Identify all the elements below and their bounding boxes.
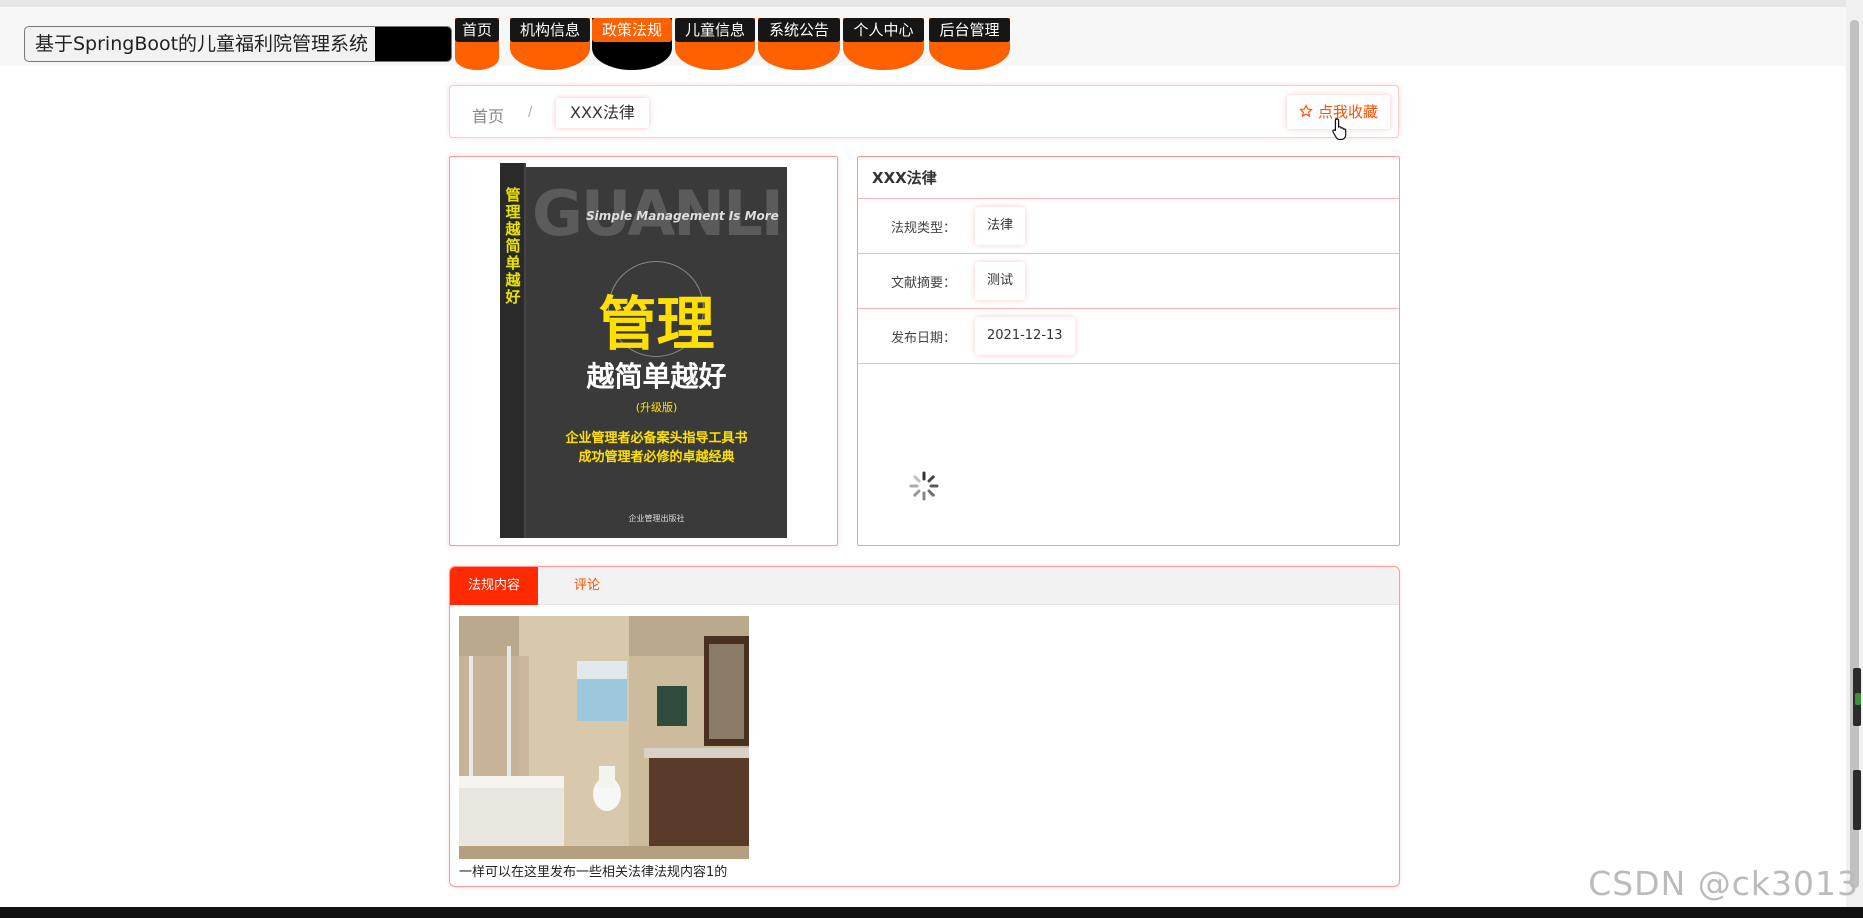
nav-item-institution[interactable]: 机构信息: [510, 18, 590, 70]
law-content-text: 一样可以在这里发布一些相关法律法规内容1的: [459, 865, 728, 880]
star-outline-icon: [1299, 104, 1314, 118]
cover-line-2: 成功管理者必修的卓越经典: [578, 450, 735, 465]
cover-subtitle-en: Simple Management Is More: [586, 209, 779, 223]
scroll-marker-green: [1855, 693, 1861, 705]
tab-comments[interactable]: 评论: [556, 567, 618, 605]
cover-main-title: 管理: [598, 290, 715, 358]
cover-line-1: 企业管理者必备案头指导工具书: [565, 431, 748, 446]
info-row-date: 发布日期： 2021-12-13: [858, 309, 1399, 364]
breadcrumb-current: XXX法律: [556, 98, 649, 128]
scrollbar-thumb[interactable]: [1850, 20, 1859, 888]
spine-text: 管理越简单越好: [505, 186, 521, 306]
nav-item-policy[interactable]: 政策法规: [592, 18, 672, 70]
book-front: GUANLI Simple Management Is More 管理 越简单越…: [526, 167, 787, 538]
nav-label: 后台管理: [929, 18, 1010, 42]
nav-item-announcement[interactable]: 系统公告: [758, 18, 840, 70]
info-label: 发布日期：: [890, 331, 956, 346]
book-spine: 管理越简单越好: [500, 163, 526, 538]
law-content-card: 法规内容 评论 一样可以在这里发布一些相关法律法规内容1的: [449, 566, 1400, 887]
tab-law-content[interactable]: 法规内容: [450, 567, 539, 605]
breadcrumb-home[interactable]: 首页: [472, 103, 504, 127]
nav-label: 机构信息: [510, 18, 590, 42]
content-photo: [459, 616, 749, 859]
info-label: 文献摘要：: [890, 276, 956, 291]
top-bar: 基于SpringBoot的儿童福利院管理系统 首页 机构信息 政策法规 儿童信息…: [0, 0, 1846, 70]
nav-label: 政策法规: [592, 18, 672, 42]
scroll-marker-lower: [1853, 770, 1861, 830]
info-value: 2021-12-13: [975, 317, 1075, 355]
hand-cursor-icon: [1331, 118, 1349, 145]
loading-spinner-icon: [909, 471, 939, 501]
nav-label: 首页: [455, 18, 499, 42]
info-row-type: 法规类型： 法律: [858, 199, 1399, 254]
bottom-strip: [0, 907, 1863, 918]
info-row-abstract: 文献摘要： 测试: [858, 254, 1399, 309]
nav-item-home[interactable]: 首页: [455, 18, 499, 70]
nav-item-children[interactable]: 儿童信息: [675, 18, 755, 70]
info-extra-area: [858, 365, 1399, 545]
cover-edition: (升级版): [635, 401, 678, 414]
nav-label: 个人中心: [843, 18, 924, 42]
site-title: 基于SpringBoot的儿童福利院管理系统: [35, 33, 369, 55]
info-value: 法律: [975, 207, 1026, 245]
book-cover-image: 管理越简单越好 GUANLI Simple Management Is More…: [500, 163, 787, 538]
info-label: 法规类型：: [890, 221, 956, 236]
cover-image-card: 管理越简单越好 GUANLI Simple Management Is More…: [449, 156, 838, 546]
cover-publisher: 企业管理出版社: [628, 514, 685, 523]
breadcrumb-separator: /: [528, 105, 533, 120]
site-title-box: 基于SpringBoot的儿童福利院管理系统: [24, 26, 452, 62]
nav-item-admin[interactable]: 后台管理: [929, 18, 1010, 70]
site-title-black-block: [375, 27, 451, 61]
bathroom-photo-image: [459, 616, 749, 859]
info-value: 测试: [975, 262, 1026, 300]
law-info-panel: XXX法律 法规类型： 法律 文献摘要： 测试 发布日期： 2021-12-13: [857, 156, 1400, 546]
law-title: XXX法律: [858, 157, 1399, 199]
nav-label: 儿童信息: [675, 18, 755, 42]
cover-sub-title: 越简单越好: [586, 360, 727, 393]
tab-bar: 法规内容 评论: [450, 567, 1399, 605]
breadcrumb: 首页 / XXX法律 点我收藏: [449, 85, 1399, 138]
nav-label: 系统公告: [758, 18, 840, 42]
nav-item-personal-center[interactable]: 个人中心: [843, 18, 924, 70]
watermark: CSDN @ck3013: [1588, 864, 1859, 903]
